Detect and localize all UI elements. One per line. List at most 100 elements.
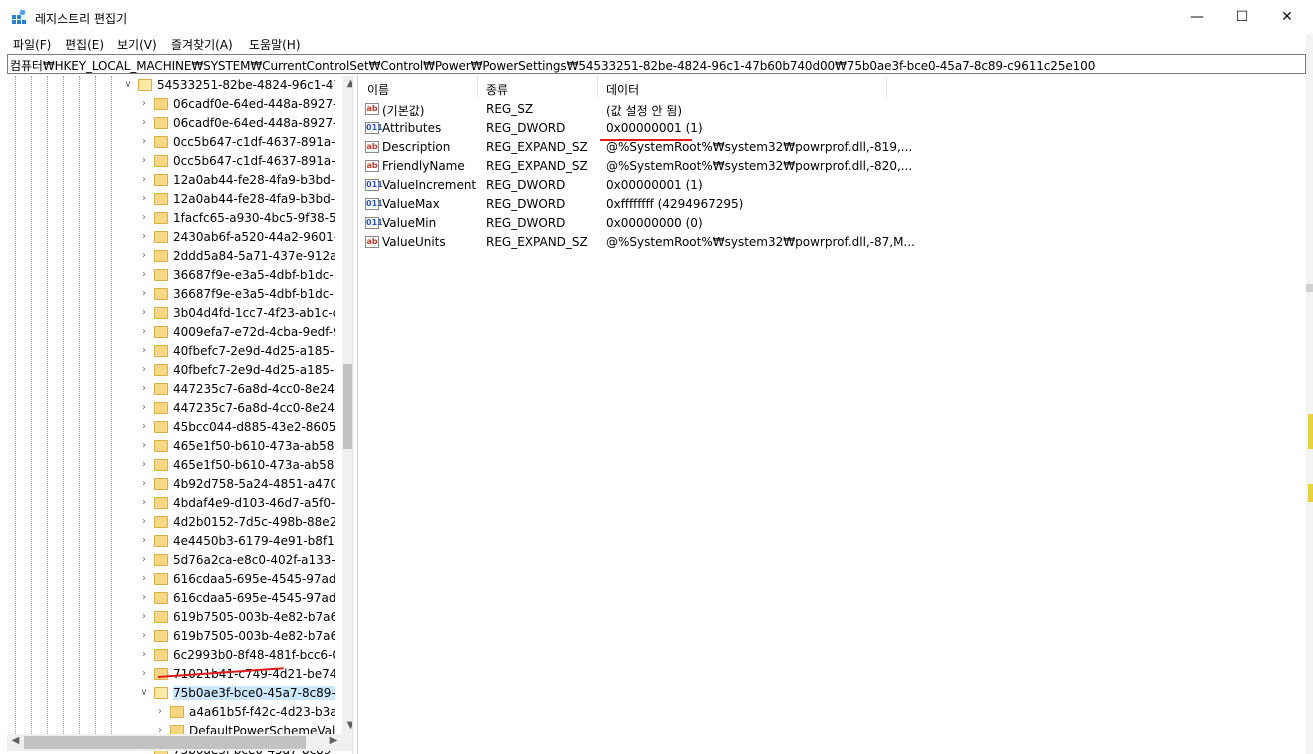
expand-chevron-icon[interactable]: › bbox=[139, 496, 149, 510]
folder-icon bbox=[154, 383, 168, 395]
expand-chevron-icon[interactable]: › bbox=[139, 477, 149, 491]
tree-horizontal-scrollbar[interactable]: ◀ ▶ bbox=[7, 734, 342, 751]
tree-node[interactable]: › 4b92d758-5a24-4851-a470-815d78aee119 bbox=[7, 475, 337, 494]
expand-chevron-icon[interactable]: › bbox=[139, 363, 149, 377]
scroll-left-icon[interactable]: ◀ bbox=[7, 735, 24, 746]
tree-node[interactable]: › 36687f9e-e3a5-4dbf-b1dc-15eb381c6863 bbox=[7, 266, 337, 285]
tree-node[interactable]: › 4bdaf4e9-d103-46d7-a5f0-6280121616ef bbox=[7, 494, 337, 513]
expand-chevron-icon[interactable]: › bbox=[139, 173, 149, 187]
tree-node[interactable]: › 0cc5b647-c1df-4637-891a-dec35c318583 bbox=[7, 133, 337, 152]
tree-node[interactable]: › 12a0ab44-fe28-4fa9-b3bd-4b222cfe3d0a bbox=[7, 171, 337, 190]
expand-chevron-icon[interactable]: › bbox=[139, 116, 149, 130]
tree-node-label: 619b7505-003b-4e82-b7a6-4dd29c300972 bbox=[173, 629, 335, 643]
expand-chevron-icon[interactable]: › bbox=[155, 705, 165, 719]
expand-chevron-icon[interactable]: › bbox=[139, 629, 149, 643]
tree-node[interactable]: ∨ 54533251-82be-4824-96c1-47b60b740d00 bbox=[7, 76, 337, 95]
folder-icon bbox=[154, 592, 168, 604]
tree-node[interactable]: › 2430ab6f-a520-44a2-9601-f7f23b5134b1 bbox=[7, 228, 337, 247]
tree-node[interactable]: › 40fbefc7-2e9d-4d25-a185-0cfd8574bac7 bbox=[7, 361, 337, 380]
expand-chevron-icon[interactable]: › bbox=[139, 382, 149, 396]
tree-node[interactable]: › 0cc5b647-c1df-4637-891a-dec35c318584 bbox=[7, 152, 337, 171]
value-row[interactable]: ab ValueUnits REG_EXPAND_SZ @%SystemRoot%₩s… bbox=[358, 233, 1258, 252]
value-row[interactable]: 011 Attributes REG_DWORD 0x00000001 (1) bbox=[358, 119, 1258, 138]
expand-chevron-icon[interactable]: › bbox=[139, 154, 149, 168]
collapse-chevron-icon[interactable]: ∨ bbox=[123, 78, 133, 92]
scroll-right-icon[interactable]: ▶ bbox=[325, 735, 342, 746]
tree-node[interactable]: › 5d76a2ca-e8c0-402f-a133-2158492d58ad bbox=[7, 551, 337, 570]
tree-node[interactable]: › 616cdaa5-695e-4545-97ad-97dc2d1bdd88 bbox=[7, 570, 337, 589]
menu-help[interactable]: 도움말(H) bbox=[248, 36, 302, 53]
expand-chevron-icon[interactable]: › bbox=[139, 97, 149, 111]
expand-chevron-icon[interactable]: › bbox=[139, 249, 149, 263]
window-title: 레지스트리 편집기 bbox=[35, 12, 128, 26]
value-row[interactable]: ab Description REG_EXPAND_SZ @%SystemRoot%₩… bbox=[358, 138, 1258, 157]
value-name: ValueUnits bbox=[382, 235, 446, 249]
expand-chevron-icon[interactable]: › bbox=[139, 610, 149, 624]
tree-hscroll-thumb[interactable] bbox=[24, 736, 306, 749]
tree-node[interactable]: › 4e4450b3-6179-4e91-b8f1-5bb9938f81a1 bbox=[7, 532, 337, 551]
tree-node[interactable]: › 1facfc65-a930-4bc5-9f38-504ec097bbc0 bbox=[7, 209, 337, 228]
expand-chevron-icon[interactable]: › bbox=[139, 572, 149, 586]
tree-node[interactable]: › 2ddd5a84-5a71-437e-912a-db0b8c788732 bbox=[7, 247, 337, 266]
tree-node-label: 4b92d758-5a24-4851-a470-815d78aee119 bbox=[173, 477, 335, 491]
maximize-button[interactable]: ☐ bbox=[1219, 0, 1265, 34]
tree-node[interactable]: › 36687f9e-e3a5-4dbf-b1dc-15eb381c6864 bbox=[7, 285, 337, 304]
value-row[interactable]: 011 ValueMax REG_DWORD 0xffffffff (42949672… bbox=[358, 195, 1258, 214]
expand-chevron-icon[interactable]: › bbox=[139, 192, 149, 206]
menu-favorites[interactable]: 즐겨찾기(A) bbox=[170, 36, 234, 53]
expand-chevron-icon[interactable]: › bbox=[139, 591, 149, 605]
expand-chevron-icon[interactable]: › bbox=[139, 344, 149, 358]
tree-node[interactable]: › 447235c7-6a8d-4cc0-8e24-9eaf70b96e2b bbox=[7, 380, 337, 399]
value-row[interactable]: 011 ValueMin REG_DWORD 0x00000000 (0) bbox=[358, 214, 1258, 233]
tree-node[interactable]: › 619b7505-003b-4e82-b7a6-4dd29c300971 bbox=[7, 608, 337, 627]
collapse-chevron-icon[interactable]: ∨ bbox=[139, 686, 149, 700]
expand-chevron-icon[interactable]: › bbox=[139, 135, 149, 149]
expand-chevron-icon[interactable]: › bbox=[139, 268, 149, 282]
expand-chevron-icon[interactable]: › bbox=[139, 515, 149, 529]
tree-node[interactable]: › a4a61b5f-f42c-4d23-b3ab-5c00c4e9b6f3 bbox=[7, 703, 337, 722]
tree-node[interactable]: › 447235c7-6a8d-4cc0-8e24-9eaf70b96e2c bbox=[7, 399, 337, 418]
tree-scroll-thumb[interactable] bbox=[343, 364, 352, 449]
expand-chevron-icon[interactable]: › bbox=[139, 420, 149, 434]
tree-node[interactable]: › 3b04d4fd-1cc7-4f23-ab1c-d1337819c4bb bbox=[7, 304, 337, 323]
expand-chevron-icon[interactable]: › bbox=[139, 211, 149, 225]
tree-node[interactable]: › 06cadf0e-64ed-448a-8927-ce7bf90eb35d bbox=[7, 95, 337, 114]
address-bar[interactable]: 컴퓨터₩HKEY_LOCAL_MACHINE₩SYSTEM₩CurrentCon… bbox=[7, 54, 1306, 74]
value-row[interactable]: ab FriendlyName REG_EXPAND_SZ @%SystemRoot%… bbox=[358, 157, 1258, 176]
tree-node[interactable]: › 12a0ab44-fe28-4fa9-b3bd-4b222cfe3d0b bbox=[7, 190, 337, 209]
tree-node[interactable]: › 06cadf0e-64ed-448a-8927-ce7bf90eb35e bbox=[7, 114, 337, 133]
tree-node[interactable]: › 619b7505-003b-4e82-b7a6-4dd29c300972 bbox=[7, 627, 337, 646]
expand-chevron-icon[interactable]: › bbox=[139, 306, 149, 320]
tree-node[interactable]: › 4d2b0152-7d5c-498b-88e2-34345392a2c5 bbox=[7, 513, 337, 532]
close-button[interactable]: ✕ bbox=[1264, 0, 1310, 34]
folder-icon bbox=[154, 649, 168, 661]
tree-node[interactable]: › 6c2993b0-8f48-481f-bcc6-00dd2742aa06 bbox=[7, 646, 337, 665]
tree-node[interactable]: › 40fbefc7-2e9d-4d25-a185-0cfd8574bac6 bbox=[7, 342, 337, 361]
folder-icon bbox=[154, 326, 168, 338]
expand-chevron-icon[interactable]: › bbox=[139, 439, 149, 453]
tree-node[interactable]: › 4009efa7-e72d-4cba-9edf-91084ea8cbc3 bbox=[7, 323, 337, 342]
expand-chevron-icon[interactable]: › bbox=[139, 458, 149, 472]
tree-node[interactable]: › 45bcc044-d885-43e2-8605-ee0ec6e96b59 bbox=[7, 418, 337, 437]
expand-chevron-icon[interactable]: › bbox=[139, 667, 149, 681]
expand-chevron-icon[interactable]: › bbox=[139, 287, 149, 301]
expand-chevron-icon[interactable]: › bbox=[139, 401, 149, 415]
tree-node[interactable]: › 616cdaa5-695e-4545-97ad-97dc2d1bdd89 bbox=[7, 589, 337, 608]
expand-chevron-icon[interactable]: › bbox=[139, 230, 149, 244]
menu-view[interactable]: 보기(V) bbox=[116, 36, 158, 53]
tree-node[interactable]: › 465e1f50-b610-473a-ab58-00d1077dc418 bbox=[7, 437, 337, 456]
tree-node[interactable]: ∨ 75b0ae3f-bce0-45a7-8c89-c9611c25e100 bbox=[7, 684, 337, 703]
scroll-up-icon[interactable]: ▲ bbox=[342, 78, 352, 89]
expand-chevron-icon[interactable]: › bbox=[139, 534, 149, 548]
menu-file[interactable]: 파일(F) bbox=[12, 36, 52, 53]
scroll-down-icon[interactable]: ▼ bbox=[342, 720, 352, 731]
tree-node[interactable]: › 465e1f50-b610-473a-ab58-00d1077dc419 bbox=[7, 456, 337, 475]
minimize-button[interactable]: — bbox=[1174, 0, 1220, 34]
expand-chevron-icon[interactable]: › bbox=[139, 553, 149, 567]
tree-vertical-scrollbar[interactable]: ▲ ▼ bbox=[342, 76, 352, 734]
value-row[interactable]: 011 ValueIncrement REG_DWORD 0x00000001 (1) bbox=[358, 176, 1258, 195]
expand-chevron-icon[interactable]: › bbox=[139, 648, 149, 662]
menu-edit[interactable]: 편집(E) bbox=[64, 36, 105, 53]
value-row[interactable]: ab (기본값) REG_SZ (값 설정 안 됨) bbox=[358, 100, 1258, 119]
expand-chevron-icon[interactable]: › bbox=[139, 325, 149, 339]
